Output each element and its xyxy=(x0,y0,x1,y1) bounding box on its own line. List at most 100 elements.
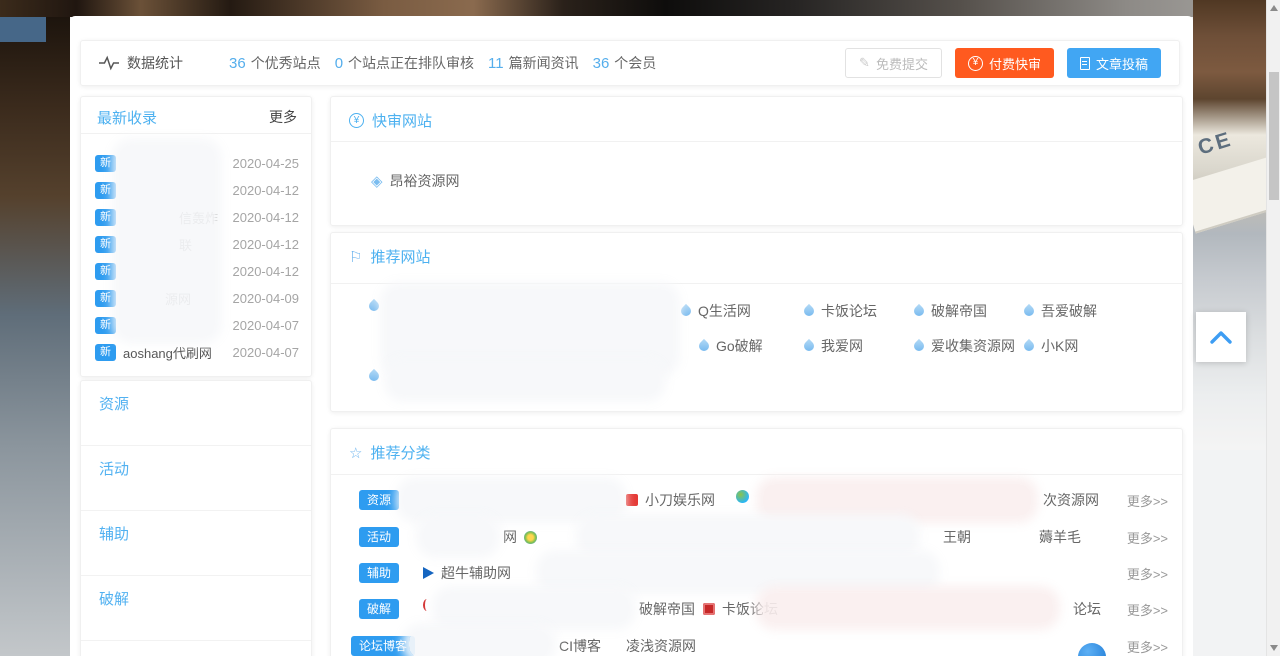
censored-area xyxy=(763,593,1053,623)
category-link[interactable]: 辅助 xyxy=(99,523,129,544)
site-link[interactable]: 王朝 xyxy=(943,527,971,547)
censored-area xyxy=(439,593,629,623)
category-badge[interactable]: 活动 xyxy=(359,527,399,547)
article-submit-button[interactable]: 文章投稿 xyxy=(1067,48,1161,78)
free-submit-button[interactable]: ✎ 免费提交 xyxy=(845,48,942,78)
site-favicon xyxy=(736,490,749,503)
category-badge[interactable]: 论坛博客 xyxy=(351,636,415,656)
pencil-icon: ✎ xyxy=(859,55,870,71)
site-link[interactable]: 吾爱破解 xyxy=(1024,301,1097,321)
fast-review-site-link[interactable]: ◈ 昂裕资源网 xyxy=(371,171,460,191)
more-link[interactable]: 更多>> xyxy=(1127,564,1168,583)
gem-icon: ◈ xyxy=(371,172,383,190)
site-link-censored[interactable] xyxy=(369,371,379,381)
new-badge: 新 xyxy=(95,344,116,361)
fast-review-header: ¥ 快审网站 xyxy=(349,110,432,131)
stat-queued-sites: 0个站点正在排队审核 xyxy=(335,53,474,73)
more-link[interactable]: 更多>> xyxy=(1127,528,1168,547)
new-badge: 新 xyxy=(95,236,116,253)
site-link[interactable]: 我爱网 xyxy=(804,336,863,356)
site-link[interactable]: 次资源网 xyxy=(1043,490,1099,510)
flame-icon xyxy=(912,339,926,353)
recommended-sites-header: ⚐ 推荐网站 xyxy=(349,246,430,267)
stat-news-articles: 11篇新闻资讯 xyxy=(488,53,579,73)
site-link[interactable]: 小刀娱乐网 xyxy=(626,490,715,510)
stat-excellent-sites: 36个优秀站点 xyxy=(229,53,321,73)
fast-review-panel: ¥ 快审网站 ◈ 昂裕资源网 xyxy=(330,96,1183,226)
site-link-censored[interactable] xyxy=(736,490,749,503)
flame-icon xyxy=(367,299,381,313)
latest-entries-card: 最新收录 更多 新2020-04-25 新2020-04-12 新信轰炸2020… xyxy=(80,96,312,377)
latest-row[interactable]: 新aoshang代刷网2020-04-07 xyxy=(95,340,299,364)
stats-bar: 数据统计 36个优秀站点 0个站点正在排队审核 11篇新闻资讯 36个会员 ✎ … xyxy=(80,40,1180,86)
pulse-icon xyxy=(99,55,119,71)
censored-area xyxy=(583,521,913,551)
fast-review-title: 快审网站 xyxy=(372,110,432,131)
flame-icon xyxy=(1022,339,1036,353)
latest-entries-header: 最新收录 更多 xyxy=(81,97,311,134)
new-badge: 新 xyxy=(95,317,116,334)
more-link[interactable]: 更多>> xyxy=(1127,600,1168,619)
browser-scrollbar[interactable] xyxy=(1266,0,1280,656)
new-badge: 新 xyxy=(95,263,116,280)
more-link[interactable]: 更多>> xyxy=(1127,637,1168,656)
more-link[interactable]: 更多>> xyxy=(1127,491,1168,510)
site-favicon xyxy=(626,494,638,506)
flame-icon xyxy=(697,339,711,353)
site-favicon xyxy=(703,603,715,615)
flame-icon xyxy=(802,339,816,353)
recommended-sites-title: 推荐网站 xyxy=(370,246,430,267)
flame-icon xyxy=(679,304,693,318)
site-link[interactable]: CI博客 xyxy=(559,636,601,656)
recommended-categories-header: ☆ 推荐分类 xyxy=(349,442,430,463)
category-badge[interactable]: 资源 xyxy=(359,490,399,510)
censored-area xyxy=(409,630,549,656)
site-link[interactable]: 爱收集资源网 xyxy=(914,336,1015,356)
new-badge: 新 xyxy=(95,290,116,307)
scrollbar-down-arrow-icon[interactable] xyxy=(1270,645,1278,651)
site-link[interactable]: 薅羊毛 xyxy=(1039,527,1081,547)
category-badge[interactable]: 破解 xyxy=(359,599,399,619)
site-link[interactable]: 破解帝国 xyxy=(639,599,695,619)
site-link[interactable]: 网 xyxy=(503,527,537,547)
category-section-crack: 破解 xyxy=(81,576,311,641)
category-link[interactable]: 活动 xyxy=(99,458,129,479)
censored-area xyxy=(763,484,1031,516)
category-badge[interactable]: 辅助 xyxy=(359,563,399,583)
category-link[interactable]: 破解 xyxy=(99,588,129,609)
latest-entries-more-link[interactable]: 更多 xyxy=(269,107,297,127)
divider xyxy=(331,474,1182,475)
site-link[interactable]: 破解帝国 xyxy=(914,301,987,321)
site-link-censored[interactable] xyxy=(423,599,431,611)
new-badge: 新 xyxy=(95,182,116,199)
yen-icon: ¥ xyxy=(349,113,364,128)
censored-area xyxy=(391,365,659,395)
category-link[interactable]: 资源 xyxy=(99,393,129,414)
scrollbar-thumb[interactable] xyxy=(1269,72,1279,200)
paid-fast-review-button[interactable]: ¥ 付费快审 xyxy=(955,48,1054,78)
site-link[interactable]: 卡饭论坛 xyxy=(804,301,877,321)
site-link[interactable]: 凌浅资源网 xyxy=(626,636,696,656)
flame-icon xyxy=(912,304,926,318)
site-link[interactable]: 超牛辅助网 xyxy=(423,563,511,583)
site-link[interactable]: Go破解 xyxy=(699,336,763,356)
site-link[interactable]: Q生活网 xyxy=(681,301,751,321)
recommended-categories-panel: ☆ 推荐分类 资源 小刀娱乐网 次资源网 更多>> 活动 网 王朝 薅羊毛 更多… xyxy=(330,428,1183,656)
site-favicon xyxy=(524,531,537,544)
category-section-activities: 活动 xyxy=(81,446,311,511)
flag-icon: ⚐ xyxy=(349,248,362,266)
site-link-censored[interactable] xyxy=(369,301,379,311)
stats-items: 36个优秀站点 0个站点正在排队审核 11篇新闻资讯 36个会员 xyxy=(229,53,656,73)
document-icon xyxy=(1080,57,1090,70)
new-badge: 新 xyxy=(95,209,116,226)
divider xyxy=(331,141,1182,142)
scrollbar-up-arrow-icon[interactable] xyxy=(1270,5,1278,11)
back-to-top-button[interactable] xyxy=(1196,312,1246,362)
recommended-sites-panel: ⚐ 推荐网站 Q生活网 卡饭论坛 破解帝国 吾爱破解 Go破解 我爱网 爱收集资… xyxy=(330,232,1183,412)
site-favicon xyxy=(423,599,431,611)
recommended-categories-title: 推荐分类 xyxy=(370,442,430,463)
site-link[interactable]: 论坛 xyxy=(1073,599,1101,619)
site-link[interactable]: 小K网 xyxy=(1024,336,1078,356)
categories-card: 资源 活动 辅助 破解 xyxy=(80,380,312,656)
divider xyxy=(331,283,1182,284)
